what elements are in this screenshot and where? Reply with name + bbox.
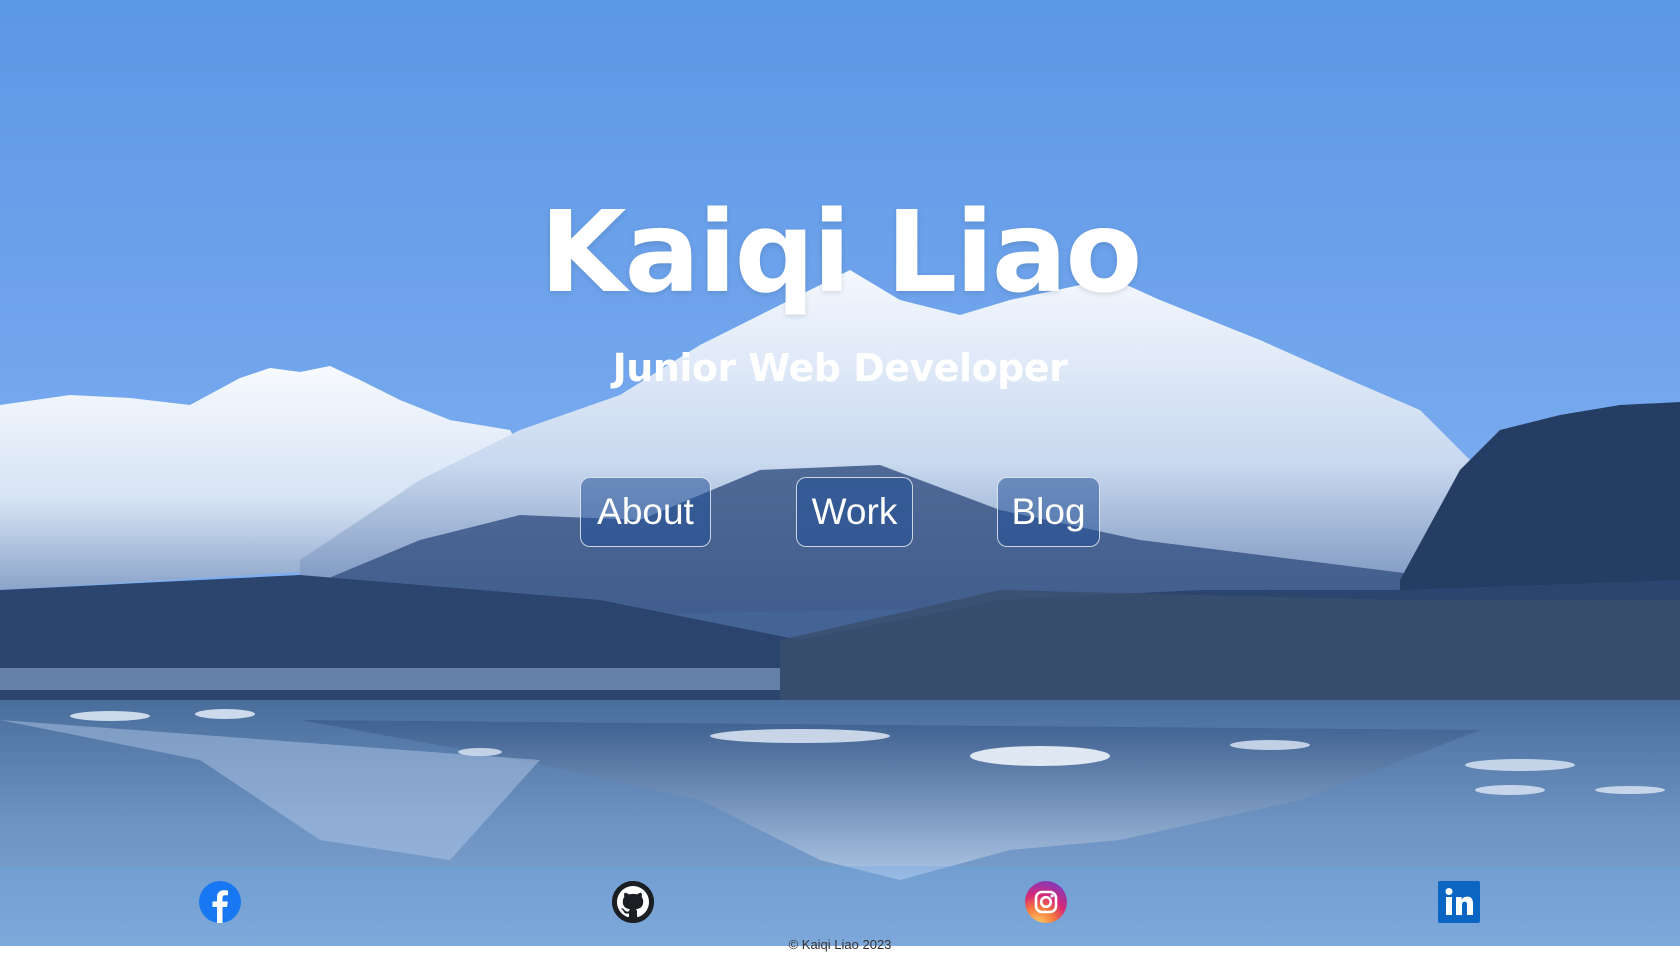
about-button[interactable]: About bbox=[580, 477, 711, 547]
github-icon bbox=[612, 881, 654, 923]
facebook-link[interactable] bbox=[198, 880, 242, 924]
instagram-link[interactable] bbox=[1024, 880, 1068, 924]
linkedin-link[interactable] bbox=[1437, 880, 1481, 924]
facebook-icon bbox=[199, 881, 241, 923]
linkedin-icon bbox=[1438, 881, 1480, 923]
hero-title: Kaiqi Liao bbox=[539, 188, 1143, 318]
github-link[interactable] bbox=[611, 880, 655, 924]
hero-subtitle: Junior Web Developer bbox=[612, 346, 1068, 390]
instagram-icon bbox=[1025, 881, 1067, 923]
mountain-lake-background bbox=[0, 0, 1680, 946]
footer bbox=[0, 866, 1680, 946]
blog-button[interactable]: Blog bbox=[997, 477, 1100, 547]
copyright-text: © Kaiqi Liao 2023 bbox=[788, 937, 892, 952]
work-button[interactable]: Work bbox=[796, 477, 913, 547]
